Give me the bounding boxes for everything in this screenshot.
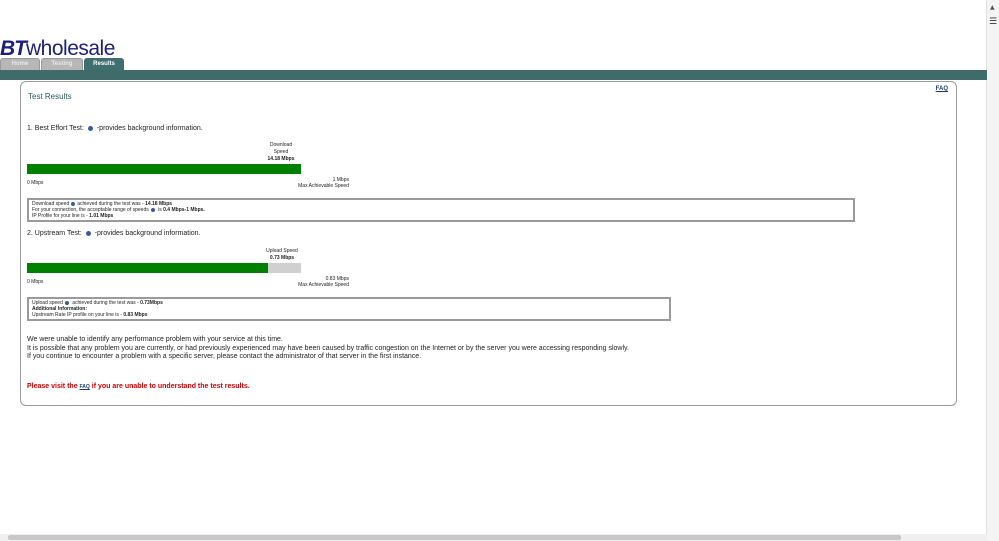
- upload-speed-label: Upload Speed 0.73 Mbps: [259, 248, 305, 262]
- best-effort-heading: 1. Best Effort Test: -provides backgroun…: [27, 125, 203, 132]
- best-effort-heading-suffix: -provides background information.: [96, 125, 203, 132]
- bt-wholesale-logo: BTwholesale: [0, 38, 115, 59]
- best-effort-heading-text: 1. Best Effort Test:: [27, 125, 84, 132]
- upload-label-line: Upload Speed: [266, 248, 298, 254]
- result-message: We were unable to identify any performan…: [27, 336, 629, 362]
- download-min-label: 0 Mbps: [27, 180, 44, 186]
- upload-max-label: 0.83 Mbps Max Achievable Speed: [261, 276, 349, 288]
- download-info-line3: IP Profile for your line is - 1.01 Mbps: [32, 213, 850, 219]
- faq-notice: Please visit the FAQ if you are unable t…: [27, 383, 250, 390]
- info-icon[interactable]: [87, 125, 93, 131]
- upstream-profile-value: 0.83 Mbps: [123, 312, 148, 318]
- faq-link[interactable]: FAQ: [936, 86, 948, 92]
- scroll-up-arrow-icon[interactable]: ▲: [990, 4, 995, 11]
- results-panel: FAQ Test Results 1. Best Effort Test: -p…: [20, 81, 957, 406]
- logo-bt: BT: [0, 37, 27, 60]
- ip-profile-prefix: IP Profile for your line is -: [32, 213, 90, 219]
- message-line3: If you continue to encounter a problem w…: [27, 353, 422, 360]
- ip-profile-value: 1.01 Mbps: [89, 213, 114, 219]
- horizontal-scrollbar-thumb[interactable]: [8, 535, 901, 540]
- faq-notice-prefix: Please visit the: [27, 383, 80, 390]
- download-info-box: Download speed achieved during the test w…: [27, 198, 855, 222]
- upstream-profile-prefix: Upstream Rate IP profile on your line is…: [32, 312, 124, 318]
- logo-wholesale: wholesale: [26, 37, 115, 60]
- range-value: 0.4 Mbps-1 Mbps.: [163, 207, 205, 213]
- upload-max-text: Max Achievable Speed: [298, 282, 349, 288]
- info-icon[interactable]: [85, 230, 91, 236]
- faq-notice-link[interactable]: FAQ: [80, 384, 90, 390]
- upload-speed-gauge: [27, 263, 301, 273]
- upstream-heading-text: 2. Upstream Test:: [27, 230, 82, 237]
- message-line2: It is possible that any problem you are …: [27, 344, 629, 352]
- download-speed-fill: [27, 164, 301, 174]
- menu-icon[interactable]: ☰: [989, 17, 997, 27]
- upload-info-box: Upload speed achieved during the test wa…: [27, 297, 671, 321]
- tab-home[interactable]: Home: [0, 58, 40, 70]
- upload-speed-value: 0.73 Mbps: [269, 255, 295, 261]
- upload-info-value: 0.73Mbps: [140, 300, 163, 306]
- message-line1: We were unable to identify any performan…: [27, 336, 283, 343]
- download-label-line2: Speed: [273, 149, 289, 155]
- upload-info-line3: Upstream Rate IP profile on your line is…: [32, 312, 666, 318]
- info-icon[interactable]: [150, 207, 155, 212]
- download-max-label: 1 Mbps Max Achievable Speed: [261, 177, 349, 189]
- upstream-heading: 2. Upstream Test: -provides background i…: [27, 230, 200, 237]
- info-icon[interactable]: [64, 300, 69, 305]
- faq-notice-suffix: if you are unable to understand the test…: [89, 383, 250, 390]
- tab-bar: Home Testing Results: [0, 58, 125, 72]
- upstream-heading-suffix: -provides background information.: [94, 230, 201, 237]
- download-max-text: Max Achievable Speed: [298, 183, 349, 189]
- horizontal-scrollbar[interactable]: [0, 534, 987, 541]
- download-speed-gauge: [27, 164, 301, 174]
- download-speed-label: Download Speed 14.18 Mbps: [263, 142, 299, 163]
- page-title: Test Results: [28, 92, 72, 101]
- upload-min-label: 0 Mbps: [27, 279, 44, 285]
- upload-speed-fill: [27, 263, 268, 273]
- download-speed-value: 14.18 Mbps: [267, 156, 295, 162]
- tab-testing[interactable]: Testing: [41, 58, 83, 70]
- info-icon[interactable]: [71, 201, 76, 206]
- header-bar: [0, 70, 987, 80]
- download-label-line1: Download: [269, 142, 293, 148]
- vertical-scrollbar[interactable]: ▲ ☰: [986, 0, 999, 541]
